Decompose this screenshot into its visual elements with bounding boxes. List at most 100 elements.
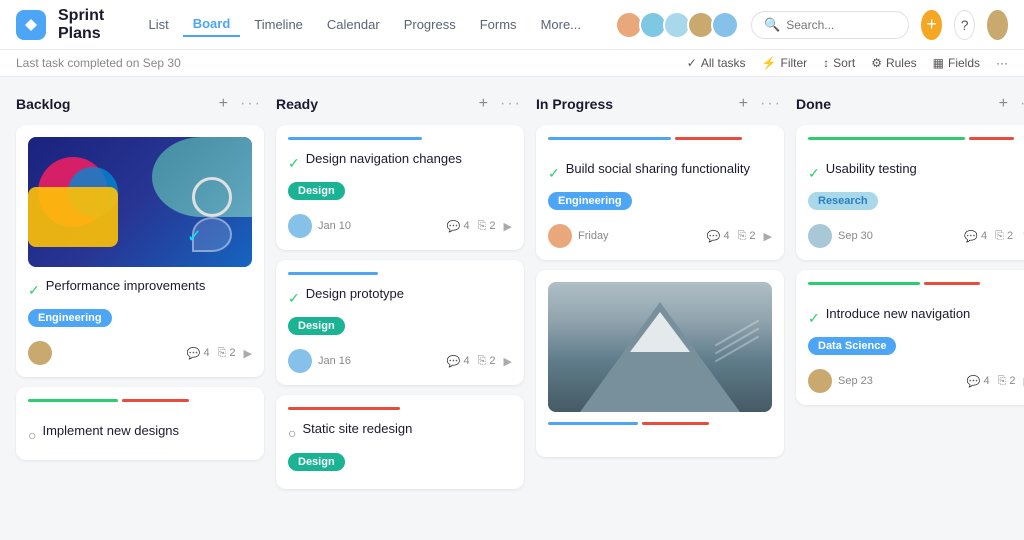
bar-green [808, 137, 965, 140]
comment-icon: ⎘ [998, 375, 1007, 388]
search-box[interactable]: 🔍 [751, 11, 909, 39]
add-button[interactable]: + [921, 10, 942, 40]
filter-more[interactable]: ··· [996, 56, 1008, 70]
help-button[interactable]: ? [954, 10, 975, 40]
card-tag[interactable]: Research [808, 192, 878, 210]
add-card-backlog[interactable]: + [217, 93, 230, 115]
card-inprogress-1[interactable]: ✓ Build social sharing functionality Eng… [536, 125, 784, 260]
check-done-icon: ✓ [288, 155, 300, 172]
card-ready-1[interactable]: ✓ Design navigation changes Design Jan 1… [276, 125, 524, 250]
bar-red [642, 422, 709, 425]
like-icon: 💬 [967, 375, 981, 388]
filter-sort[interactable]: ↕ Sort [823, 56, 855, 70]
rules-icon: ⚙ [871, 56, 882, 70]
check-done-icon: ✓ [28, 282, 40, 299]
kanban-board: Backlog + ··· ✓ ✓ Perfo [0, 77, 1024, 511]
column-actions-ready: + ··· [477, 93, 524, 115]
card-done-2[interactable]: ✓ Introduce new navigation Data Science … [796, 270, 1024, 405]
card-done-1[interactable]: ✓ Usability testing Research Sep 30 💬4 ⎘… [796, 125, 1024, 260]
check-done-icon: ✓ [808, 310, 820, 327]
card-avatar [288, 214, 312, 238]
card-title: Usability testing [826, 160, 917, 178]
check-done-icon: ✓ [808, 165, 820, 182]
nav-board[interactable]: Board [183, 12, 241, 37]
card-check: ✓ Design prototype [288, 285, 512, 311]
column-header-done: Done + ··· [796, 93, 1024, 115]
nav-forms[interactable]: Forms [470, 13, 527, 36]
card-title: Build social sharing functionality [566, 160, 750, 178]
card-avatar [28, 341, 52, 365]
user-avatar[interactable] [987, 10, 1008, 40]
add-card-done[interactable]: + [997, 93, 1010, 115]
card-footer: Friday 💬4 ⎘2 ▶ [548, 224, 772, 248]
card-footer: 💬 4 ⎘ 2 ▶ [28, 341, 252, 365]
check-pending-icon: ○ [288, 425, 296, 441]
card-tag[interactable]: Engineering [28, 309, 112, 327]
column-title-inprogress: In Progress [536, 96, 613, 112]
card-check: ✓ Design navigation changes [288, 150, 512, 176]
filter-icon: ⚡ [762, 56, 777, 70]
add-card-inprogress[interactable]: + [737, 93, 750, 115]
nav-progress[interactable]: Progress [394, 13, 466, 36]
more-ready[interactable]: ··· [498, 93, 524, 115]
add-card-ready[interactable]: + [477, 93, 490, 115]
like-icon: 💬 [447, 220, 461, 233]
search-icon: 🔍 [764, 17, 780, 33]
card-meta: 💬 4 ⎘ 2 ▶ [187, 347, 252, 360]
last-task-text: Last task completed on Sep 30 [16, 56, 181, 70]
card-tag[interactable]: Design [288, 182, 345, 200]
comment-icon: ⎘ [738, 230, 747, 243]
column-actions-backlog: + ··· [217, 93, 264, 115]
more-backlog[interactable]: ··· [238, 93, 264, 115]
nav-more[interactable]: More... [531, 13, 591, 36]
team-avatars [615, 11, 739, 39]
filter-bar: ✓ All tasks ⚡ Filter ↕ Sort ⚙ Rules ▦ Fi… [687, 56, 1008, 70]
like-icon: 💬 [187, 347, 201, 360]
expand-icon[interactable]: ▶ [244, 347, 252, 360]
like-icon: 💬 [707, 230, 721, 243]
card-tag[interactable]: Engineering [548, 192, 632, 210]
column-backlog: Backlog + ··· ✓ ✓ Perfo [16, 93, 264, 495]
more-done[interactable]: ··· [1018, 93, 1024, 115]
card-date: Jan 10 [318, 220, 351, 232]
card-ready-3[interactable]: ○ Static site redesign Design [276, 395, 524, 488]
card-footer: Jan 16 💬4 ⎘2 ▶ [288, 349, 512, 373]
comment-icon: ⎘ [478, 355, 487, 368]
expand-icon[interactable]: ▶ [504, 355, 512, 368]
bar-blue [548, 137, 671, 140]
filter-fields[interactable]: ▦ Fields [933, 56, 980, 70]
column-title-done: Done [796, 96, 831, 112]
card-tag[interactable]: Data Science [808, 337, 896, 355]
card-tag[interactable]: Design [288, 317, 345, 335]
filter-filter[interactable]: ⚡ Filter [762, 56, 808, 70]
column-header-inprogress: In Progress + ··· [536, 93, 784, 115]
nav-timeline[interactable]: Timeline [244, 13, 313, 36]
expand-icon[interactable]: ▶ [764, 230, 772, 243]
column-title-ready: Ready [276, 96, 318, 112]
card-backlog-2[interactable]: ○ Implement new designs [16, 387, 264, 460]
like-icon: 💬 [447, 355, 461, 368]
bar-red [675, 137, 742, 140]
column-inprogress: In Progress + ··· ✓ Build social sharing… [536, 93, 784, 495]
progress-bars [28, 399, 252, 412]
card-title: Design prototype [306, 285, 404, 303]
card-date: Sep 23 [838, 375, 873, 387]
card-ready-2[interactable]: ✓ Design prototype Design Jan 16 💬4 ⎘2 ▶ [276, 260, 524, 385]
progress-bars [548, 137, 772, 150]
card-meta: 💬4 ⎘2 ▶ [707, 230, 772, 243]
search-input[interactable] [786, 18, 896, 32]
meta-comments: ⎘ 2 [218, 347, 236, 360]
card-meta: 💬4 ⎘2 ▼ [964, 230, 1024, 243]
nav-calendar[interactable]: Calendar [317, 13, 390, 36]
nav-list[interactable]: List [138, 13, 178, 36]
card-avatar [548, 224, 572, 248]
card-inprogress-2[interactable] [536, 270, 784, 457]
card-backlog-1[interactable]: ✓ ✓ Performance improvements Engineering… [16, 125, 264, 377]
sort-icon: ↕ [823, 56, 829, 70]
expand-icon[interactable]: ▶ [504, 220, 512, 233]
filter-all-tasks[interactable]: ✓ All tasks [687, 56, 746, 70]
more-inprogress[interactable]: ··· [758, 93, 784, 115]
filter-rules[interactable]: ⚙ Rules [871, 56, 916, 70]
card-check: ✓ Introduce new navigation [808, 305, 1024, 331]
card-tag[interactable]: Design [288, 453, 345, 471]
